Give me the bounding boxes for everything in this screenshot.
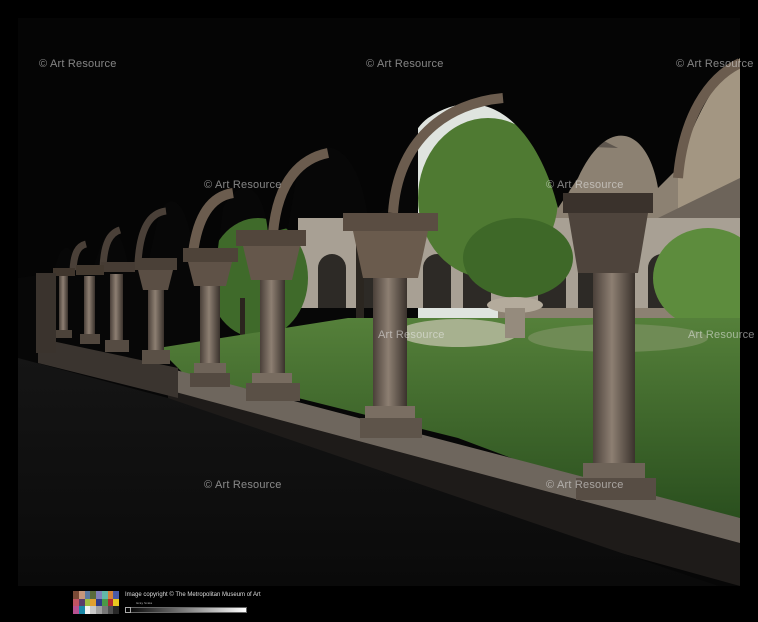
watermark: © Art Resource [39,58,117,70]
gray-scale-label: Gray Scale [136,601,153,605]
watermark: © Art Resource [546,479,624,491]
watermark: © Art Resource [366,58,444,70]
watermark: © Art Resource [204,179,282,191]
gray-scale-marker [125,607,131,613]
copyright-text: Image copyright © The Metropolitan Museu… [125,592,261,598]
cloister-photo [18,18,740,586]
watermark: © Art Resource [204,479,282,491]
cloister-scene [18,18,740,586]
watermark: Art Resource [378,329,445,341]
watermark: © Art Resource [546,179,624,191]
gray-scale-bar [125,607,247,613]
watermark: Art Resource [688,329,755,341]
watermark: © Art Resource [676,58,754,70]
color-calibration-chart [73,591,119,614]
